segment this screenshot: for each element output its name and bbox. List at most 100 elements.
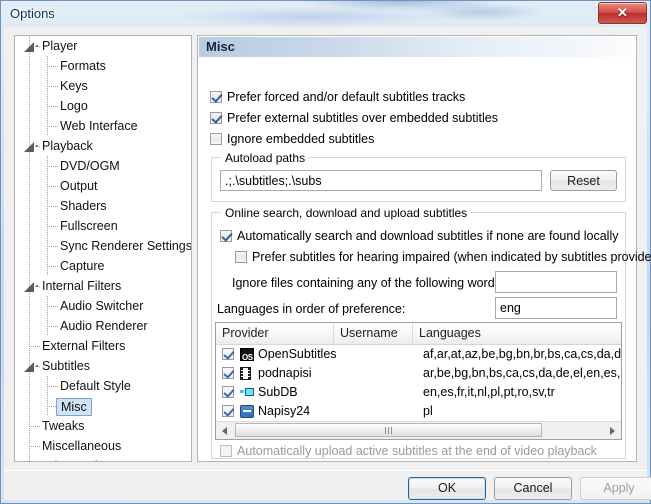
sidebar-item-output[interactable]: Output	[15, 176, 191, 196]
tree-connector-line	[47, 226, 59, 227]
table-row[interactable]: podnapisi ar,be,bg,bn,bs,ca,cs,da,de,el,…	[216, 364, 621, 383]
checkbox-ignore-embedded[interactable]: Ignore embedded subtitles	[210, 132, 374, 146]
subdb-icon	[240, 386, 254, 399]
tree-connector-line	[47, 386, 59, 387]
sidebar-item-label: External Filters	[42, 339, 126, 353]
close-icon: ✕	[617, 5, 628, 20]
column-header-provider[interactable]: Provider	[216, 323, 334, 344]
sidebar-item-playback[interactable]: Playback	[15, 136, 191, 156]
scroll-right-arrow-icon[interactable]	[604, 422, 621, 438]
column-header-username[interactable]: Username	[334, 323, 413, 344]
tree-expander-icon[interactable]	[24, 42, 34, 52]
sidebar-item-formats[interactable]: Formats	[15, 56, 191, 76]
tree-connector-line	[29, 196, 30, 216]
sidebar-item-label: Sync Renderer Settings	[60, 239, 192, 253]
reset-button[interactable]: Reset	[550, 170, 617, 191]
tree-node-dot-icon	[36, 365, 38, 367]
close-button[interactable]: ✕	[598, 2, 647, 24]
subtitle-providers-table[interactable]: Provider Username Languages OpenSubtitle…	[215, 322, 622, 440]
tree-connector-line	[47, 206, 59, 207]
checkbox-auto-search-download[interactable]: Automatically search and download subtit…	[220, 229, 618, 243]
table-row[interactable]: SubDB en,es,fr,it,nl,pl,pt,ro,sv,tr	[216, 383, 621, 402]
sidebar-item-label: Capture	[60, 259, 105, 273]
table-header-row: Provider Username Languages	[216, 323, 621, 345]
sidebar-item-label: Default Style	[60, 379, 131, 393]
table-row[interactable]: Napisy24 pl	[216, 402, 621, 421]
sidebar-item-misc[interactable]: Misc	[15, 396, 191, 416]
tree-expander-icon[interactable]	[24, 142, 34, 152]
sidebar-item-label: Fullscreen	[60, 219, 118, 233]
cancel-button[interactable]: Cancel	[494, 477, 572, 500]
tree-node-dot-icon	[36, 145, 38, 147]
sidebar-item-dvd-ogm[interactable]: DVD/OGM	[15, 156, 191, 176]
sidebar-item-audio-renderer[interactable]: Audio Renderer	[15, 316, 191, 336]
provider-name: SubDB	[258, 385, 298, 399]
sidebar-item-label: Misc	[56, 397, 92, 416]
sidebar-item-capture[interactable]: Capture	[15, 256, 191, 276]
sidebar-item-label: Subtitles	[42, 359, 90, 373]
sidebar-item-external-filters[interactable]: External Filters	[15, 336, 191, 356]
ok-button[interactable]: OK	[408, 477, 486, 500]
settings-tree[interactable]: Player Formats Keys Logo Web Interface Playba…	[14, 35, 192, 462]
horizontal-scrollbar[interactable]	[216, 421, 621, 439]
sidebar-item-label: Shaders	[60, 199, 107, 213]
sidebar-item-default-style[interactable]: Default Style	[15, 376, 191, 396]
row-checkbox[interactable]	[222, 386, 234, 398]
ignore-files-label: Ignore files containing any of the follo…	[232, 276, 513, 290]
tree-connector-line	[47, 106, 59, 107]
tree-connector-line	[29, 96, 30, 116]
options-dialog-window: Options ✕ Player Formats Keys Logo Web Inter…	[0, 0, 651, 504]
column-header-languages[interactable]: Languages	[413, 323, 621, 344]
sidebar-item-label: Player	[42, 39, 78, 53]
sidebar-item-advanced[interactable]: Advanced	[15, 456, 191, 461]
tree-connector-line	[47, 66, 59, 67]
sidebar-item-fullscreen[interactable]: Fullscreen	[15, 216, 191, 236]
checkbox-auto-upload[interactable]: Automatically upload active subtitles at…	[220, 444, 597, 458]
row-checkbox[interactable]	[222, 367, 234, 379]
checkbox-hearing-impaired[interactable]: Prefer subtitles for hearing impaired (w…	[235, 250, 651, 264]
sidebar-item-label: Keys	[60, 79, 88, 93]
sidebar-item-label: Output	[60, 179, 98, 193]
sidebar-item-player[interactable]: Player	[15, 36, 191, 56]
tree-connector-line	[29, 156, 30, 176]
tree-expander-icon[interactable]	[24, 362, 34, 372]
sidebar-item-audio-switcher[interactable]: Audio Switcher	[15, 296, 191, 316]
provider-name: Napisy24	[258, 404, 311, 418]
sidebar-item-sync-renderer-settings[interactable]: Sync Renderer Settings	[15, 236, 191, 256]
sidebar-item-label: Logo	[60, 99, 88, 113]
sidebar-item-miscellaneous[interactable]: Miscellaneous	[15, 436, 191, 456]
row-checkbox[interactable]	[222, 348, 234, 360]
sidebar-item-web-interface[interactable]: Web Interface	[15, 116, 191, 136]
tree-connector-line	[29, 56, 30, 76]
scroll-left-arrow-icon[interactable]	[216, 422, 233, 438]
languages-input[interactable]: eng	[495, 297, 617, 319]
sidebar-item-keys[interactable]: Keys	[15, 76, 191, 96]
ignore-files-input[interactable]	[495, 271, 617, 293]
page-title: Misc	[206, 39, 235, 54]
apply-button[interactable]: Apply	[580, 477, 651, 500]
dialog-client-area: Player Formats Keys Logo Web Interface Playba…	[4, 27, 651, 500]
sidebar-item-shaders[interactable]: Shaders	[15, 196, 191, 216]
sidebar-item-tweaks[interactable]: Tweaks	[15, 416, 191, 436]
tree-connector-line	[29, 456, 30, 461]
sidebar-item-subtitles[interactable]: Subtitles	[15, 356, 191, 376]
row-checkbox[interactable]	[222, 405, 234, 417]
sidebar-item-label: Miscellaneous	[42, 439, 122, 453]
autoload-paths-input[interactable]: .;.\subtitles;.\subs	[220, 170, 542, 191]
sidebar-item-label: Internal Filters	[42, 279, 122, 293]
window-title: Options	[10, 6, 55, 21]
tree-expander-icon[interactable]	[24, 282, 34, 292]
checkbox-prefer-forced-default[interactable]: Prefer forced and/or default subtitles t…	[210, 90, 465, 104]
sidebar-item-logo[interactable]: Logo	[15, 96, 191, 116]
checkbox-label: Automatically search and download subtit…	[237, 229, 619, 243]
glass-reflection	[181, 7, 441, 27]
tree-connector-line	[47, 126, 59, 127]
checkbox-label: Automatically upload active subtitles at…	[237, 444, 597, 458]
checkbox-prefer-external[interactable]: Prefer external subtitles over embedded …	[210, 111, 498, 125]
provider-name: podnapisi	[258, 366, 312, 380]
provider-name: OpenSubtitles	[258, 347, 337, 361]
tree-connector-line	[29, 346, 41, 347]
scrollbar-thumb[interactable]	[235, 423, 542, 437]
table-row[interactable]: OpenSubtitles af,ar,at,az,be,bg,bn,br,bs…	[216, 345, 621, 367]
sidebar-item-internal-filters[interactable]: Internal Filters	[15, 276, 191, 296]
